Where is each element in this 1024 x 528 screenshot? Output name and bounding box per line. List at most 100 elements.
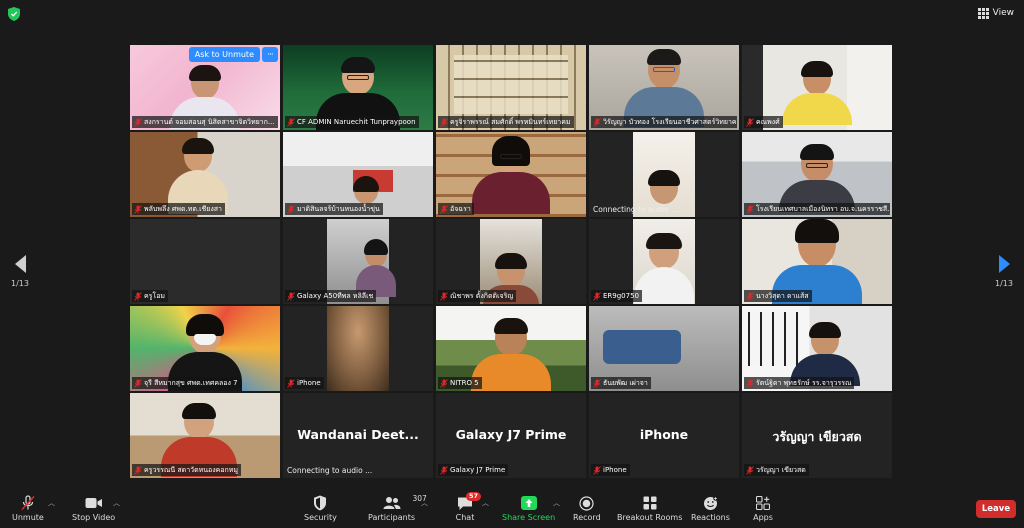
- apps-label: Apps: [753, 513, 773, 522]
- participant-name-tag: CF ADMIN Naruechit Tunpraypoon: [285, 116, 419, 128]
- share-screen-button[interactable]: Share Screen: [502, 494, 555, 522]
- view-button[interactable]: View: [977, 5, 1014, 21]
- participant-display-name: วรัญญา เขียวสด: [772, 429, 862, 444]
- participant-figure: [471, 318, 551, 391]
- next-page-button[interactable]: 1/13: [992, 255, 1016, 288]
- share-screen-label: Share Screen: [502, 513, 556, 522]
- participants-icon: 307: [381, 494, 427, 512]
- mic-muted-icon: [440, 117, 448, 127]
- participant-figure: [634, 233, 694, 304]
- audio-options-caret[interactable]: ︿: [48, 498, 55, 508]
- participants-options-caret[interactable]: ︿: [421, 498, 428, 508]
- record-icon: [576, 494, 598, 512]
- video-tile[interactable]: NITRO 5: [436, 306, 586, 391]
- share-options-caret[interactable]: ︿: [553, 498, 560, 508]
- mic-muted-icon: [593, 117, 601, 127]
- video-tile[interactable]: ณิชาพร ตั้งกิตติเจริญ: [436, 219, 586, 304]
- participant-name: จุรี สีหมากสุข ศพด.เทศคลอง 7: [144, 378, 238, 387]
- stop-video-button[interactable]: Stop Video: [72, 494, 115, 522]
- connecting-audio-status: Connecting to audio ...: [287, 466, 373, 475]
- video-tile[interactable]: อัจฉรา: [436, 132, 586, 217]
- video-tile[interactable]: ธันยพัฒ เผ่าจา: [589, 306, 739, 391]
- participant-name: โรงเรียนเทศบาลเมืองนิทรา อบ.จ.นครราชสี..…: [756, 204, 890, 213]
- video-camera-icon: [83, 494, 105, 512]
- leave-button[interactable]: Leave: [976, 500, 1016, 518]
- record-button[interactable]: Record: [573, 494, 601, 522]
- video-tile[interactable]: iPhone iPhone: [589, 393, 739, 478]
- mic-off-icon: [17, 494, 39, 512]
- participant-name: มาดิสินลจร้บ้านหนองน้ำขุ่น: [297, 204, 380, 213]
- view-label: View: [992, 8, 1014, 18]
- mic-muted-icon: [134, 204, 142, 214]
- video-tile[interactable]: Ask to Unmute ··· สงกรานต์ จอมสอนสุ นิสิ…: [130, 45, 280, 130]
- video-tile[interactable]: iPhone: [283, 306, 433, 391]
- participant-name-tag: ธันยพัฒ เผ่าจา: [591, 377, 651, 389]
- video-tile[interactable]: พลับพลึง ศพด.ทต.เชียงสา: [130, 132, 280, 217]
- video-tile[interactable]: โรงเรียนเทศบาลเมืองนิทรา อบ.จ.นครราชสี..…: [742, 132, 892, 217]
- grid-view-icon: [977, 7, 989, 19]
- participant-name: นางวิสุดา ดาแส้ส: [756, 291, 809, 300]
- previous-page-button[interactable]: 1/13: [8, 255, 32, 288]
- participant-name: สงกรานต์ จอมสอนสุ นิสิตสาขาจิตวิทยาก...: [144, 117, 275, 126]
- mic-muted-icon: [746, 117, 754, 127]
- participant-figure: [782, 61, 852, 125]
- breakout-rooms-icon: [639, 494, 661, 512]
- chat-bubble-icon: 57: [454, 492, 482, 512]
- chevron-right-icon: [998, 255, 1010, 273]
- security-button[interactable]: Security: [304, 494, 337, 522]
- participant-name: วิรัญญา บัวทอง โรงเรียนอาชีวศาสตร์วิทยาค…: [603, 117, 737, 126]
- ask-to-unmute-button[interactable]: Ask to Unmute: [188, 47, 260, 62]
- mic-muted-icon: [134, 117, 142, 127]
- participant-name-tag: NITRO 5: [438, 377, 482, 389]
- video-tile[interactable]: รัตน์ฐิดา พุทธรักษ์ รร.จารุวรรณ: [742, 306, 892, 391]
- participant-name-tag: Galaxy J7 Prime: [438, 464, 509, 476]
- participant-name-tag: iPhone: [591, 464, 630, 476]
- meeting-toolbar: Unmute ︿ Stop Video ︿ Security 307 Parti…: [0, 492, 1024, 528]
- participant-name-tag: จุรี สีหมากสุข ศพด.เทศคลอง 7: [132, 377, 241, 389]
- mic-muted-icon: [593, 291, 601, 301]
- encryption-shield-icon[interactable]: [8, 7, 20, 21]
- reactions-button[interactable]: Reactions: [691, 494, 730, 522]
- participant-name: CF ADMIN Naruechit Tunpraypoon: [297, 118, 416, 126]
- chevron-left-icon: [14, 255, 26, 273]
- reactions-label: Reactions: [691, 513, 730, 522]
- video-tile[interactable]: วิรัญญา บัวทอง โรงเรียนอาชีวศาสตร์วิทยาค…: [589, 45, 739, 130]
- video-tile[interactable]: ครูวรรณนี สดาวัดหนองคอกหมู: [130, 393, 280, 478]
- participant-figure: [352, 176, 379, 204]
- participant-name-tag: พลับพลึง ศพด.ทต.เชียงสา: [132, 203, 225, 215]
- more-options-button[interactable]: ···: [262, 47, 278, 62]
- chat-button[interactable]: 57 Chat: [454, 492, 482, 522]
- mic-muted-icon: [440, 465, 448, 475]
- video-tile[interactable]: Connecting to audio ...: [589, 132, 739, 217]
- security-label: Security: [304, 513, 337, 522]
- video-tile[interactable]: Wandanai Deet... Connecting to audio ...: [283, 393, 433, 478]
- video-tile[interactable]: ครูจิราพรรณ์ สมศักดิ์ พรหมินทร์เทยาคม: [436, 45, 586, 130]
- video-tile[interactable]: CF ADMIN Naruechit Tunpraypoon: [283, 45, 433, 130]
- mic-muted-icon: [746, 204, 754, 214]
- video-tile[interactable]: ครูโอม: [130, 219, 280, 304]
- unmute-button[interactable]: Unmute: [12, 494, 44, 522]
- chat-options-caret[interactable]: ︿: [482, 498, 489, 508]
- video-tile[interactable]: จุรี สีหมากสุข ศพด.เทศคลอง 7: [130, 306, 280, 391]
- participant-display-name: Galaxy J7 Prime: [455, 427, 567, 442]
- unmute-label: Unmute: [12, 513, 44, 522]
- participant-display-name: Wandanai Deet...: [297, 427, 419, 442]
- video-tile[interactable]: นางวิสุดา ดาแส้ส: [742, 219, 892, 304]
- video-tile[interactable]: Galaxy A50ทีพล หลิลีเช: [283, 219, 433, 304]
- video-tile[interactable]: วรัญญา เขียวสด วรัญญา เขียวสด: [742, 393, 892, 478]
- participants-button[interactable]: 307 Participants: [368, 494, 427, 522]
- video-tile[interactable]: ER9g0750: [589, 219, 739, 304]
- mic-muted-icon: [440, 378, 448, 388]
- apps-button[interactable]: Apps: [752, 494, 774, 522]
- participant-name-tag: คณพงศ์: [744, 116, 783, 128]
- breakout-rooms-button[interactable]: Breakout Rooms: [617, 494, 682, 522]
- video-options-caret[interactable]: ︿: [113, 498, 120, 508]
- video-feed: [327, 306, 389, 391]
- mic-muted-icon: [593, 465, 601, 475]
- mic-muted-icon: [440, 204, 448, 214]
- video-tile[interactable]: มาดิสินลจร้บ้านหนองน้ำขุ่น: [283, 132, 433, 217]
- video-tile[interactable]: Galaxy J7 Prime Galaxy J7 Prime: [436, 393, 586, 478]
- share-screen-icon: [518, 494, 540, 512]
- video-tile[interactable]: คณพงศ์: [742, 45, 892, 130]
- participant-name-tag: ครูจิราพรรณ์ สมศักดิ์ พรหมินทร์เทยาคม: [438, 116, 574, 128]
